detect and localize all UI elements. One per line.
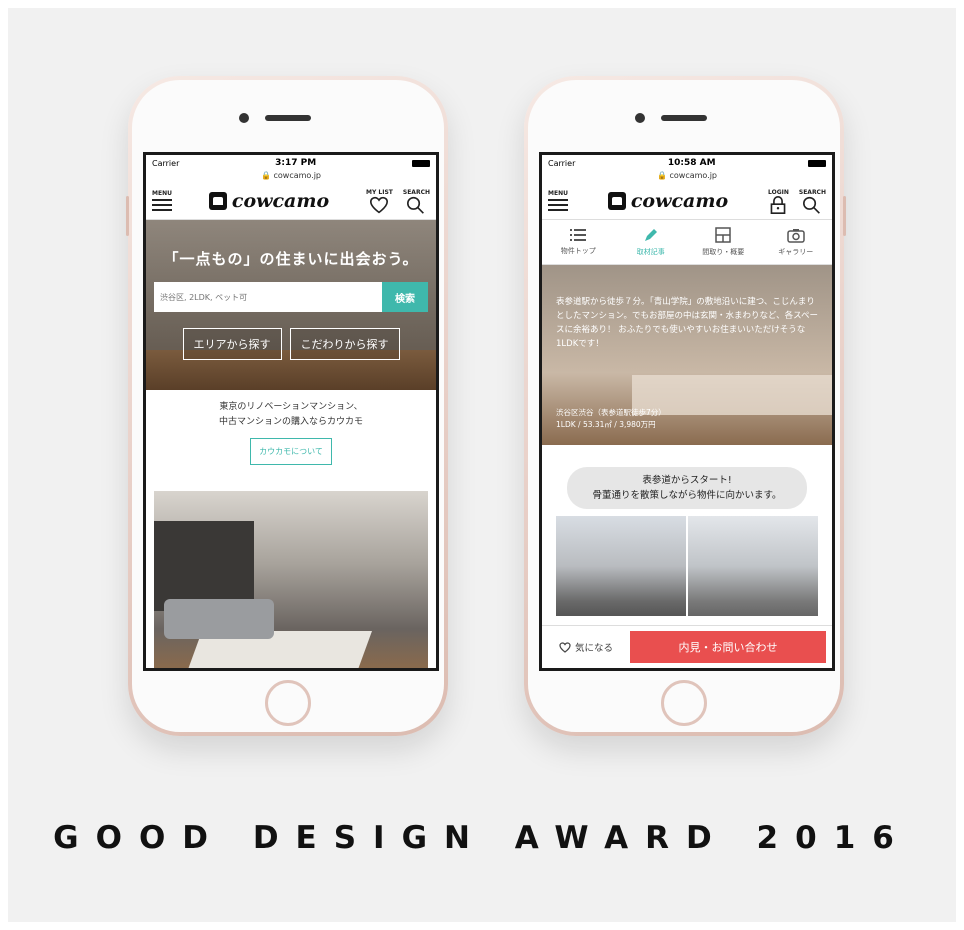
phone-left: Carrier 3:17 PM 🔒 cowcamo.jp MENU cowcam… <box>126 76 448 736</box>
featured-room-photo[interactable] <box>154 491 428 668</box>
search-nav-label: SEARCH <box>402 188 430 196</box>
street-photos <box>556 516 818 616</box>
street-photo-2[interactable] <box>688 516 818 616</box>
bubble-line-1: 表参道からスタート! <box>642 475 732 486</box>
nav-right-group: MY LIST SEARCH <box>366 189 430 214</box>
status-bar: Carrier 10:58 AM <box>542 155 832 171</box>
carrier-label: Carrier <box>152 158 180 168</box>
search-nav-button[interactable]: SEARCH <box>403 189 430 214</box>
status-bar: Carrier 3:17 PM <box>146 155 436 171</box>
room-shelf <box>154 521 254 611</box>
phone-left-screen: Carrier 3:17 PM 🔒 cowcamo.jp MENU cowcam… <box>143 152 439 671</box>
login-button[interactable]: LOGIN <box>768 189 789 214</box>
clock: 10:58 AM <box>667 158 716 168</box>
kodawari-search-button[interactable]: こだわりから探す <box>289 328 400 360</box>
article-meta: 渋谷区渋谷（表参道駅徒歩7分） 1LDK / 53.31㎡ / 3,980万円 <box>556 407 666 431</box>
search-nav-label: SEARCH <box>798 188 826 196</box>
nav-right-group: LOGIN SEARCH <box>768 189 826 214</box>
award-title: GOOD DESIGN AWARD 2016 <box>53 820 911 856</box>
logo-text: cowcamo <box>630 190 729 212</box>
property-tabs: 物件トップ 取材記事 間取り・概要 ギャラリー <box>542 220 832 265</box>
pen-icon <box>644 229 657 241</box>
tab-label: 物件トップ <box>560 247 596 255</box>
logo-mark-icon <box>208 192 227 210</box>
phone-left-speaker <box>265 115 311 121</box>
hamburger-icon <box>152 198 172 211</box>
tab-label: ギャラリー <box>778 247 814 256</box>
phone-left-side-button <box>126 196 129 236</box>
hero-tagline: 「一点もの」の住まいに出会おう。 <box>163 250 419 268</box>
phone-right: Carrier 10:58 AM 🔒 cowcamo.jp MENU cowca… <box>524 76 846 736</box>
tab-floorplan[interactable]: 間取り・概要 <box>687 220 760 264</box>
url-bar[interactable]: 🔒 cowcamo.jp <box>542 171 832 183</box>
menu-label: MENU <box>548 189 568 197</box>
search-submit-button[interactable]: 検索 <box>382 282 428 312</box>
tab-label: 間取り・概要 <box>702 248 745 256</box>
search-nav-button[interactable]: SEARCH <box>799 189 826 214</box>
favorite-button[interactable]: 気になる <box>542 640 630 654</box>
url-bar[interactable]: 🔒 cowcamo.jp <box>146 171 436 183</box>
search-icon <box>803 196 821 214</box>
intro-line-1: 東京のリノベーションマンション、 <box>219 402 363 412</box>
cowcamo-logo[interactable]: cowcamo <box>607 190 729 212</box>
speech-bubble: 表参道からスタート! 骨董通りを散策しながら物件に向かいます。 <box>567 467 807 509</box>
article-location: 渋谷区渋谷（表参道駅徒歩7分） <box>556 408 666 417</box>
search-row: 検索 <box>154 282 428 312</box>
camera-icon <box>787 228 805 243</box>
article-specs: 1LDK / 53.31㎡ / 3,980万円 <box>556 420 656 429</box>
heart-icon <box>559 641 571 653</box>
about-button[interactable]: カウカモについて <box>250 438 332 465</box>
action-footer: 気になる 内見・お問い合わせ <box>542 625 832 668</box>
article-lead-text: 表参道駅から徒歩７分。「青山学院」の敷地沿いに建つ、こじんまりとしたマンション。… <box>556 297 818 349</box>
list-icon <box>570 229 587 241</box>
tab-label: 取材記事 <box>636 248 665 256</box>
lock-icon <box>771 195 786 214</box>
battery-icon <box>412 159 430 167</box>
article-hero: 表参道駅から徒歩７分。「青山学院」の敷地沿いに建つ、こじんまりとしたマンション。… <box>542 265 832 445</box>
favorite-label: 気になる <box>574 643 613 654</box>
phone-right-camera <box>635 113 645 123</box>
top-nav: MENU cowcamo LOGIN SEARCH <box>542 183 832 220</box>
top-nav: MENU cowcamo MY LIST SEARCH <box>146 183 436 220</box>
street-photo-1[interactable] <box>556 516 686 616</box>
area-search-button[interactable]: エリアから探す <box>182 328 282 360</box>
search-icon <box>407 196 425 214</box>
battery-icon <box>808 159 826 167</box>
login-label: LOGIN <box>767 188 789 196</box>
url-text: cowcamo.jp <box>669 171 718 180</box>
menu-button[interactable]: MENU <box>152 190 172 213</box>
floorplan-icon <box>715 227 731 243</box>
bubble-line-2: 骨董通りを散策しながら物件に向かいます。 <box>592 490 782 501</box>
phone-left-camera <box>239 113 249 123</box>
room-sofa <box>164 599 274 639</box>
contact-button[interactable]: 内見・お問い合わせ <box>630 631 826 663</box>
logo-mark-icon <box>607 192 626 210</box>
search-input[interactable] <box>154 282 382 312</box>
phone-right-home-button[interactable] <box>661 680 707 726</box>
hero-section: 「一点もの」の住まいに出会おう。 検索 エリアから探す こだわりから探す <box>146 220 436 390</box>
phone-right-speaker <box>661 115 707 121</box>
menu-label: MENU <box>152 189 172 197</box>
mylist-label: MY LIST <box>366 188 393 196</box>
phone-left-home-button[interactable] <box>265 680 311 726</box>
tab-interview-article[interactable]: 取材記事 <box>615 220 688 264</box>
logo-text: cowcamo <box>231 190 330 212</box>
cowcamo-logo[interactable]: cowcamo <box>208 190 330 212</box>
phone-right-side-button <box>843 196 846 236</box>
mylist-button[interactable]: MY LIST <box>366 189 393 214</box>
heart-icon <box>370 196 389 213</box>
intro-line-2: 中古マンションの購入ならカウカモ <box>218 417 363 427</box>
menu-button[interactable]: MENU <box>548 190 568 213</box>
hero-buttons: エリアから探す こだわりから探す <box>146 328 436 360</box>
carrier-label: Carrier <box>548 158 576 168</box>
intro-text: 東京のリノベーションマンション、 中古マンションの購入ならカウカモ カウカモにつ… <box>146 400 436 465</box>
url-text: cowcamo.jp <box>273 171 322 180</box>
tab-gallery[interactable]: ギャラリー <box>760 220 833 264</box>
hamburger-icon <box>548 198 568 211</box>
tab-property-top[interactable]: 物件トップ <box>542 220 615 264</box>
clock: 3:17 PM <box>275 158 317 168</box>
phone-right-screen: Carrier 10:58 AM 🔒 cowcamo.jp MENU cowca… <box>539 152 835 671</box>
